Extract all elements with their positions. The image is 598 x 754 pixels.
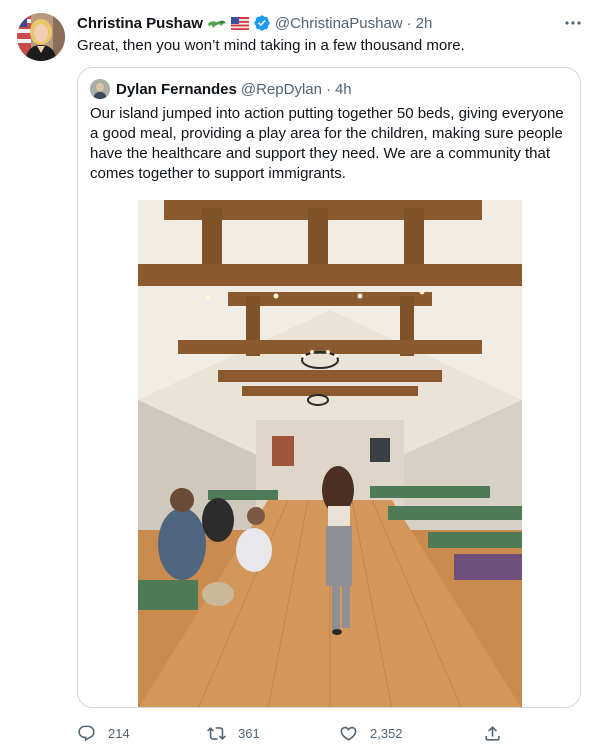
author-name[interactable]: Christina Pushaw: [77, 15, 203, 32]
share-button[interactable]: [483, 722, 514, 744]
share-icon: [485, 725, 500, 741]
verified-badge-icon: [253, 14, 271, 32]
quoted-tweet-photo[interactable]: [138, 200, 522, 707]
author-avatar[interactable]: [17, 13, 65, 61]
quoted-tweet-timestamp[interactable]: 4h: [335, 81, 352, 98]
retweet-icon: [207, 726, 226, 740]
quoted-author-name[interactable]: Dylan Fernandes: [116, 81, 237, 98]
like-count: 2,352: [370, 725, 403, 741]
retweet-button[interactable]: 361: [207, 722, 260, 744]
quoted-header-separator: ·: [325, 80, 331, 98]
reply-icon: [78, 725, 95, 741]
heart-icon: [340, 726, 357, 741]
more-options-button[interactable]: [563, 14, 583, 32]
alligator-icon: [207, 16, 227, 30]
tweet-timestamp[interactable]: 2h: [416, 15, 433, 32]
tweet-header: Christina Pushaw @ChristinaPushaw · 2h: [77, 13, 432, 33]
retweet-count: 361: [238, 725, 260, 741]
quoted-author-avatar[interactable]: [90, 79, 110, 99]
reply-button[interactable]: 214: [77, 722, 130, 744]
quoted-tweet-text: Our island jumped into action putting to…: [90, 105, 564, 182]
quoted-tweet-header: Dylan Fernandes @RepDylan · 4h: [90, 79, 352, 99]
tweet[interactable]: Christina Pushaw @ChristinaPushaw · 2h G…: [0, 0, 598, 754]
author-handle[interactable]: @ChristinaPushaw: [275, 15, 403, 32]
reply-count: 214: [108, 725, 130, 741]
quoted-author-handle[interactable]: @RepDylan: [241, 81, 322, 98]
header-separator: ·: [406, 14, 412, 32]
more-icon: [565, 21, 581, 25]
tweet-actions: 214 361 2,352: [77, 722, 517, 744]
quoted-tweet[interactable]: Dylan Fernandes @RepDylan · 4h Our islan…: [77, 67, 581, 708]
us-flag-icon: [230, 16, 249, 30]
tweet-text: Great, then you won’t mind taking in a f…: [77, 37, 465, 54]
like-button[interactable]: 2,352: [339, 722, 403, 744]
